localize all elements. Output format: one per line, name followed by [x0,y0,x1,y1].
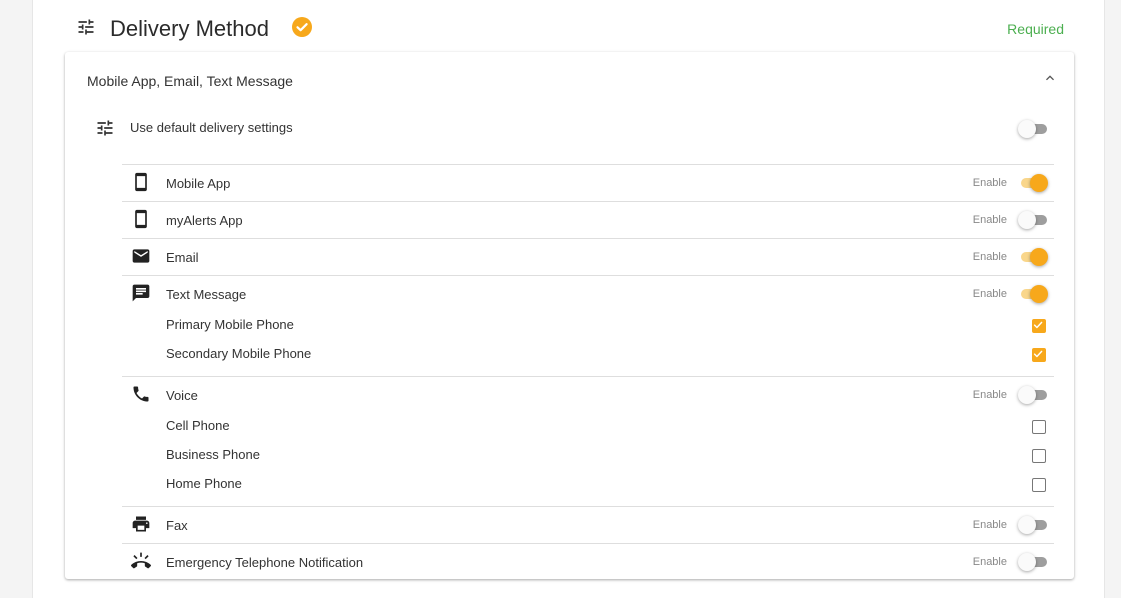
option-checkbox[interactable] [1032,319,1046,333]
voice-toggle[interactable] [1018,386,1047,404]
delivery-method-text-message: Text Message Enable Primary Mobile Phone Se… [122,275,1054,376]
option-label: Business Phone [166,447,260,462]
enable-label: Enable [972,177,1007,189]
method-option-row: Secondary Mobile Phone [122,341,1054,370]
message-icon [132,284,150,302]
toggle-knob [1030,174,1048,192]
enable-label: Enable [972,288,1007,300]
enable-label: Enable [972,519,1007,531]
method-option-row: Business Phone [122,442,1054,471]
check-icon [1033,350,1043,358]
email-toggle[interactable] [1018,248,1048,266]
myalerts-app-toggle[interactable] [1018,211,1047,229]
required-status: Required [1007,21,1064,37]
default-settings-row: Use default delivery settings [65,116,1074,146]
toggle-knob [1018,516,1036,534]
ring-volume-icon [131,552,151,569]
toggle-knob [1018,120,1036,138]
method-label: Text Message [166,287,247,302]
toggle-knob [1018,553,1036,571]
fax-toggle[interactable] [1018,516,1047,534]
smartphone-icon [135,209,147,229]
delivery-method-email: Email Enable [122,238,1054,275]
method-label: Emergency Telephone Notification [166,555,364,570]
method-option-row: Primary Mobile Phone [122,312,1054,341]
method-label: Mobile App [166,176,231,191]
default-settings-label: Use default delivery settings [130,120,293,135]
tune-icon [97,120,113,136]
enable-label: Enable [972,214,1007,226]
method-label: Fax [166,518,188,533]
option-checkbox[interactable] [1032,420,1046,434]
method-row: Email Enable [122,239,1054,275]
email-icon [132,249,150,263]
method-row: Fax Enable [122,507,1054,543]
delivery-method-voice: Voice Enable Cell Phone Business Phone Home … [122,376,1054,506]
method-label: Email [166,250,199,265]
method-option-row: Home Phone [122,471,1054,500]
enable-label: Enable [972,389,1007,401]
delivery-method-myalerts-app: myAlerts App Enable [122,201,1054,238]
enable-label: Enable [972,251,1007,263]
toggle-knob [1030,285,1048,303]
method-row: Emergency Telephone Notification Enable [122,544,1054,580]
delivery-method-emergency-telephone: Emergency Telephone Notification Enable [122,543,1054,580]
method-label: myAlerts App [166,213,243,228]
method-label: Voice [166,388,198,403]
page: Delivery Method Required Mobile App, Ema… [32,0,1105,598]
text-message-toggle[interactable] [1018,285,1048,303]
card-summary: Mobile App, Email, Text Message [87,73,293,89]
method-row: Voice Enable [122,377,1054,413]
tune-icon [78,19,94,35]
method-row: myAlerts App Enable [122,202,1054,238]
option-label: Cell Phone [166,418,230,433]
printer-icon [132,516,150,532]
option-checkbox[interactable] [1032,449,1046,463]
section-header: Delivery Method Required [33,0,1104,52]
delivery-method-card: Mobile App, Email, Text Message Use defa… [65,52,1074,579]
option-label: Secondary Mobile Phone [166,346,312,361]
delivery-methods-list: Mobile App Enable myAlerts App Enable Email E… [122,164,1054,580]
method-row: Text Message Enable [122,276,1054,312]
check-icon [1033,321,1043,329]
enable-label: Enable [972,556,1007,568]
mobile-app-toggle[interactable] [1018,174,1048,192]
toggle-knob [1018,211,1036,229]
default-settings-toggle[interactable] [1018,120,1047,138]
option-checkbox[interactable] [1032,348,1046,362]
delivery-method-mobile-app: Mobile App Enable [122,164,1054,201]
page-title: Delivery Method [110,16,269,41]
toggle-knob [1030,248,1048,266]
option-label: Home Phone [166,476,242,491]
delivery-method-fax: Fax Enable [122,506,1054,543]
option-label: Primary Mobile Phone [166,317,294,332]
option-checkbox[interactable] [1032,478,1046,492]
phone-icon [133,386,149,402]
check-circle-icon [292,17,312,37]
smartphone-icon [135,172,147,192]
method-row: Mobile App Enable [122,165,1054,201]
chevron-up-icon[interactable] [1042,70,1058,86]
method-option-row: Cell Phone [122,413,1054,442]
emergency-telephone-toggle[interactable] [1018,553,1047,571]
toggle-knob [1018,386,1036,404]
